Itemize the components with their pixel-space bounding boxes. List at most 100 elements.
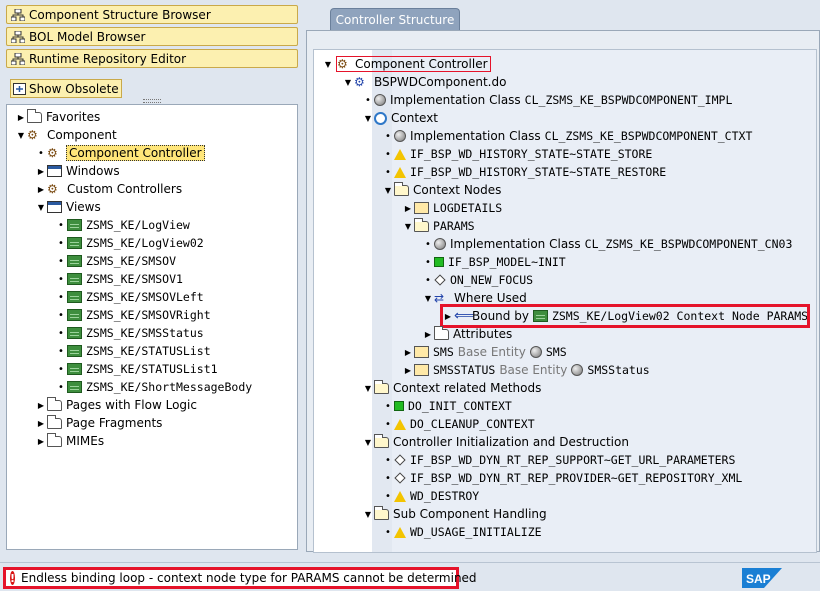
bullet-icon: • — [38, 147, 44, 159]
method-ok-icon — [394, 401, 404, 411]
tree-item-label: Pages with Flow Logic — [66, 398, 197, 412]
expand-arrow-icon[interactable]: ▶ — [35, 437, 47, 446]
hierarchy-icon — [11, 8, 25, 21]
tree-row-get-url-parameters[interactable]: • IF_BSP_WD_DYN_RT_REP_SUPPORT~GET_URL_P… — [382, 451, 735, 469]
tree-row-value: CL_ZSMS_KE_BSPWDCOMPONENT_IMPL — [524, 93, 733, 107]
tree-row-label: Implementation Class — [450, 237, 581, 251]
tree-item-mimes[interactable]: ▶ MIMEs — [35, 432, 104, 450]
view-item[interactable]: • ZSMS_KE/STATUSList1 — [55, 360, 218, 378]
view-item[interactable]: • ZSMS_KE/SMSOVLeft — [55, 288, 204, 306]
tree-row-label: IF_BSP_WD_HISTORY_STATE~STATE_RESTORE — [410, 165, 667, 179]
bol-model-browser-button[interactable]: BOL Model Browser — [6, 27, 298, 46]
view-item[interactable]: • ZSMS_KE/LogView — [55, 216, 190, 234]
view-icon — [67, 255, 82, 267]
collapse-arrow-icon[interactable]: ▼ — [362, 510, 374, 519]
tree-item-component-controller[interactable]: • ⚙ Component Controller — [35, 144, 205, 162]
tree-item-custom-controllers[interactable]: ▶ ⚙ Custom Controllers — [35, 180, 182, 198]
collapse-arrow-icon[interactable]: ▼ — [362, 438, 374, 447]
tree-row-context-nodes[interactable]: ▼ Context Nodes — [382, 181, 501, 199]
expand-arrow-icon[interactable]: ▶ — [422, 330, 434, 339]
controller-icon: ⚙ — [47, 181, 58, 196]
expand-arrow-icon[interactable]: ▶ — [402, 204, 414, 213]
tree-row-smsstatus[interactable]: ▶ SMSSTATUS Base Entity SMSStatus — [402, 361, 650, 379]
view-item[interactable]: • ZSMS_KE/SMSStatus — [55, 324, 204, 342]
tree-item-page-fragments[interactable]: ▶ Page Fragments — [35, 414, 162, 432]
tree-row-logdetails[interactable]: ▶ LOGDETAILS — [402, 199, 502, 217]
tree-row-label: Context related Methods — [393, 381, 542, 395]
tree-row-model-init[interactable]: • IF_BSP_MODEL~INIT — [422, 253, 566, 271]
tree-row-do-init-context[interactable]: • DO_INIT_CONTEXT — [382, 397, 512, 415]
tree-row-params-impl-class[interactable]: • Implementation Class CL_ZSMS_KE_BSPWDC… — [422, 235, 792, 253]
tree-item-label: Custom Controllers — [67, 182, 183, 196]
expand-arrow-icon[interactable]: ▶ — [402, 366, 414, 375]
expand-arrow-icon[interactable]: ▶ — [35, 401, 47, 410]
expand-arrow-icon[interactable]: ▶ — [35, 419, 47, 428]
component-structure-browser-button[interactable]: Component Structure Browser — [6, 5, 298, 24]
collapse-arrow-icon[interactable]: ▼ — [422, 294, 434, 303]
tree-row-params[interactable]: ▼ PARAMS — [402, 217, 475, 235]
tab-controller-structure[interactable]: Controller Structure — [330, 8, 460, 30]
collapse-arrow-icon[interactable]: ▼ — [362, 384, 374, 393]
tree-row-do-cleanup-context[interactable]: • DO_CLEANUP_CONTEXT — [382, 415, 535, 433]
expand-arrow-icon[interactable]: ▶ — [15, 113, 27, 122]
view-item[interactable]: • ZSMS_KE/LogView02 — [55, 234, 204, 252]
tree-row-attributes[interactable]: ▶ Attributes — [422, 325, 512, 343]
view-item[interactable]: • ZSMS_KE/ShortMessageBody — [55, 378, 252, 396]
collapse-arrow-icon[interactable]: ▼ — [342, 78, 354, 87]
tree-item-views[interactable]: ▼ Views — [35, 198, 101, 216]
view-item-label: ZSMS_KE/SMSStatus — [86, 326, 204, 340]
tree-item-label: MIMEs — [66, 434, 105, 448]
tree-row-context-related-methods[interactable]: ▼ Context related Methods — [362, 379, 541, 397]
tree-row-controller-init-destruction[interactable]: ▼ Controller Initialization and Destruct… — [362, 433, 629, 451]
class-icon — [434, 238, 446, 250]
collapse-arrow-icon[interactable]: ▼ — [402, 222, 414, 231]
where-used-icon: ⇄ — [434, 290, 445, 305]
tree-row-impl-class[interactable]: • Implementation Class CL_ZSMS_KE_BSPWDC… — [362, 91, 732, 109]
splitter-grip[interactable] — [143, 99, 161, 103]
bullet-icon: • — [385, 166, 391, 178]
bullet-icon: • — [58, 363, 64, 375]
view-item[interactable]: • ZSMS_KE/STATUSList — [55, 342, 211, 360]
collapse-arrow-icon[interactable]: ▼ — [322, 60, 334, 69]
status-message[interactable]: ! Endless binding loop - context node ty… — [3, 567, 477, 589]
tree-row-component-controller[interactable]: ▼ ⚙ Component Controller — [322, 55, 491, 73]
runtime-repository-editor-button[interactable]: Runtime Repository Editor — [6, 49, 298, 68]
tree-row-context[interactable]: ▼ Context — [362, 109, 438, 127]
tree-row-wd-usage-initialize[interactable]: • WD_USAGE_INITIALIZE — [382, 523, 542, 541]
tree-row-on-new-focus[interactable]: • ON_NEW_FOCUS — [422, 271, 533, 289]
expand-arrow-icon[interactable]: ▶ — [402, 348, 414, 357]
tree-row-history-restore[interactable]: • IF_BSP_WD_HISTORY_STATE~STATE_RESTORE — [382, 163, 666, 181]
tree-row-sub-component-handling[interactable]: ▼ Sub Component Handling — [362, 505, 547, 523]
bullet-icon: • — [385, 148, 391, 160]
bullet-icon: • — [385, 490, 391, 502]
bullet-icon: • — [365, 94, 371, 106]
show-obsolete-button[interactable]: Show Obsolete — [10, 79, 122, 98]
component-controller-selected[interactable]: ⚙ Component Controller — [336, 56, 491, 72]
tree-row-get-repository-xml[interactable]: • IF_BSP_WD_DYN_RT_REP_PROVIDER~GET_REPO… — [382, 469, 742, 487]
view-item[interactable]: • ZSMS_KE/SMSOV1 — [55, 270, 183, 288]
view-item[interactable]: • ZSMS_KE/SMSOVRight — [55, 306, 211, 324]
expand-arrow-icon[interactable]: ▶ — [35, 167, 47, 176]
collapse-arrow-icon[interactable]: ▼ — [35, 203, 47, 212]
tree-row-history-store[interactable]: • IF_BSP_WD_HISTORY_STATE~STATE_STORE — [382, 145, 652, 163]
tree-row-sms[interactable]: ▶ SMS Base Entity SMS — [402, 343, 567, 361]
view-item[interactable]: • ZSMS_KE/SMSOV — [55, 252, 176, 270]
collapse-arrow-icon[interactable]: ▼ — [382, 186, 394, 195]
tree-row-label: IF_BSP_WD_DYN_RT_REP_SUPPORT~GET_URL_PAR… — [410, 453, 736, 467]
view-item-label: ZSMS_KE/SMSOVLeft — [86, 290, 204, 304]
bullet-icon: • — [58, 291, 64, 303]
bullet-icon: • — [385, 526, 391, 538]
tree-row-ctx-impl-class[interactable]: • Implementation Class CL_ZSMS_KE_BSPWDC… — [382, 127, 752, 145]
collapse-arrow-icon[interactable]: ▼ — [362, 114, 374, 123]
tree-item-windows[interactable]: ▶ Windows — [35, 162, 120, 180]
expand-arrow-icon[interactable]: ▶ — [35, 185, 47, 194]
tree-item-pages-with-flow-logic[interactable]: ▶ Pages with Flow Logic — [35, 396, 197, 414]
tree-row-wd-destroy[interactable]: • WD_DESTROY — [382, 487, 479, 505]
tree-item-component[interactable]: ▼ ⚙ Component — [15, 126, 117, 144]
tree-row-bspwdcomponent[interactable]: ▼ ⚙ BSPWDComponent.do — [342, 73, 507, 91]
tree-item-favorites[interactable]: ▶ Favorites — [15, 108, 100, 126]
collapse-arrow-icon[interactable]: ▼ — [15, 131, 27, 140]
folder-icon — [47, 432, 62, 447]
view-item-label: ZSMS_KE/LogView — [86, 218, 190, 232]
folder-icon — [374, 505, 389, 520]
